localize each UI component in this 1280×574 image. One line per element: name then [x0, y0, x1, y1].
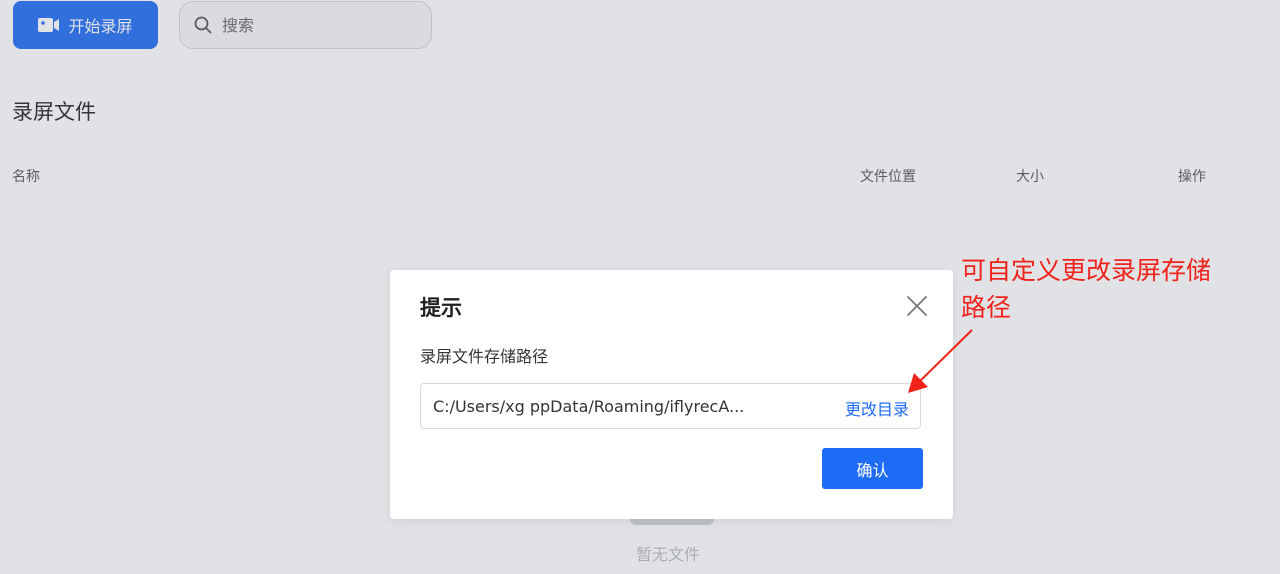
- dialog-title: 提示: [420, 296, 462, 320]
- storage-path-value: C:/Users/xg ppData/Roaming/iflyrecA...: [433, 396, 745, 416]
- close-icon[interactable]: [905, 294, 929, 318]
- annotation-arrow-icon: [908, 329, 973, 393]
- storage-path-label: 录屏文件存储路径: [420, 347, 549, 366]
- confirm-button[interactable]: 确认: [822, 448, 923, 489]
- screen-recording-page: 开始录屏 录屏文件 名称 文件位置 大小 操作 暂无文件 提示 录屏文件存储路径…: [0, 0, 1280, 574]
- storage-path-field: C:/Users/xg ppData/Roaming/iflyrecA... 更…: [420, 383, 921, 429]
- storage-path-dialog: 提示 录屏文件存储路径 C:/Users/xg ppData/Roaming/i…: [390, 270, 953, 519]
- annotation-text: 可自定义更改录屏存储路径: [961, 256, 1212, 322]
